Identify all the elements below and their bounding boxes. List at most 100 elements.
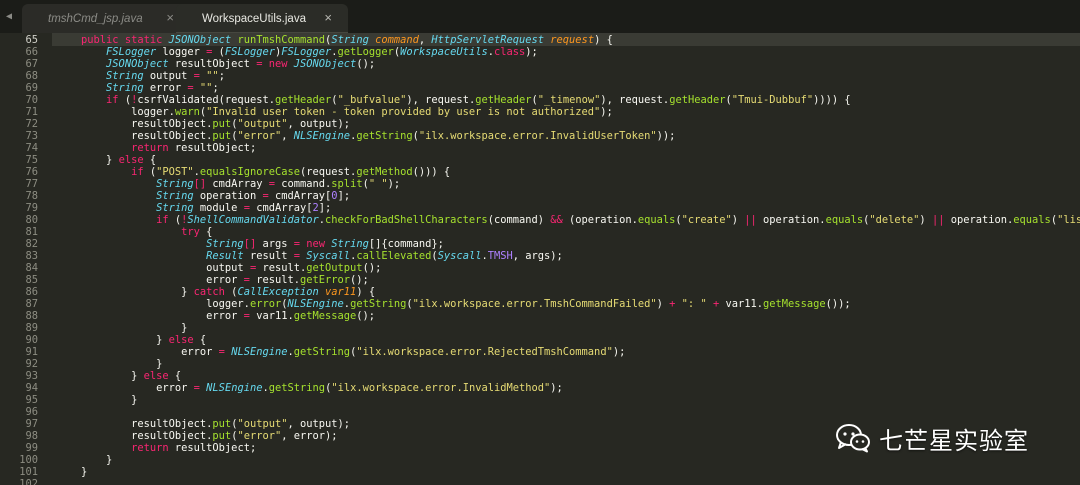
- code-token: return: [131, 142, 169, 154]
- code-token: String: [331, 34, 376, 46]
- code-token: getString: [293, 346, 351, 358]
- line-number: 96: [25, 406, 38, 418]
- code-token: {: [168, 370, 182, 382]
- code-token: ();: [356, 310, 376, 322]
- code-token: )))) {: [813, 94, 851, 106]
- code-token: Syscall: [306, 250, 351, 262]
- code-token: getMessage: [293, 310, 357, 322]
- code-token: (: [118, 94, 132, 106]
- code-token: CallException: [237, 286, 319, 298]
- line-number: 68: [25, 70, 38, 82]
- code-token: "ilx.workspace.error.TmshCommandFailed": [412, 298, 657, 310]
- code-token: getString: [356, 130, 413, 142]
- code-token: operation: [193, 190, 263, 202]
- code-token: &&: [550, 214, 563, 226]
- line-number: 84: [25, 262, 38, 274]
- code-line: error = var11.getMessage();: [56, 310, 375, 322]
- line-number: 71: [25, 106, 38, 118]
- tab-label: WorkspaceUtils.java: [202, 12, 306, 25]
- watermark-text: 七芒星实验室: [879, 426, 1029, 455]
- code-token: ) {: [356, 286, 376, 298]
- code-token: logger.: [56, 298, 250, 310]
- code-token: output: [143, 70, 194, 82]
- code-token: class: [493, 46, 526, 58]
- code-token: ());: [825, 298, 851, 310]
- code-token: String: [206, 238, 244, 250]
- code-line: error = NLSEngine.getString("ilx.workspa…: [56, 346, 625, 358]
- code-token: "delete": [869, 214, 920, 226]
- code-token: ShellCommandValidator: [187, 214, 319, 226]
- code-line: } else {: [56, 334, 206, 346]
- code-line: return resultObject;: [56, 142, 256, 154]
- code-token: []: [193, 178, 207, 190]
- code-token: ): [919, 214, 932, 226]
- code-token: );: [387, 178, 401, 190]
- tab-label: tmshCmd_jsp.java: [48, 12, 143, 25]
- code-token: runTmshCommand: [237, 34, 326, 46]
- code-line: public static JSONObject runTmshCommand(…: [56, 34, 613, 46]
- line-number: 74: [25, 142, 38, 154]
- code-token: }: [56, 454, 113, 466]
- code-token: = new: [293, 238, 332, 250]
- code-token: ": ": [681, 298, 707, 310]
- code-token: ||: [744, 214, 757, 226]
- code-token: error: [56, 382, 194, 394]
- code-token: command.: [274, 178, 332, 190]
- code-line: try {: [56, 226, 212, 238]
- line-number: 86: [25, 286, 38, 298]
- code-token: );: [550, 382, 563, 394]
- tab-close-icon[interactable]: ×: [324, 11, 332, 25]
- line-number: 95: [25, 394, 38, 406]
- line-number: 82: [25, 238, 38, 250]
- tab-workspaceutils[interactable]: WorkspaceUtils.java ×: [176, 4, 348, 33]
- code-token: ) {: [594, 34, 613, 46]
- code-token: ,: [418, 34, 432, 46]
- code-line: if ("POST".equalsIgnoreCase(request.getM…: [56, 166, 450, 178]
- line-number: 80: [25, 214, 38, 226]
- wechat-icon: [835, 423, 871, 453]
- code-token: error: [56, 274, 244, 286]
- code-token: , error);: [281, 430, 338, 442]
- code-line: String module = cmdArray[2];: [56, 202, 331, 214]
- code-token: getMethod: [356, 166, 413, 178]
- code-token: HttpServletRequest: [431, 34, 551, 46]
- code-token: }: [56, 358, 163, 370]
- code-token: public static: [81, 34, 169, 46]
- code-area[interactable]: public static JSONObject runTmshCommand (…: [56, 33, 1080, 485]
- code-token: {: [199, 226, 213, 238]
- code-token: logger.: [56, 106, 175, 118]
- code-token: put: [212, 418, 232, 430]
- code-token: "list": [1057, 214, 1080, 226]
- code-token: split: [331, 178, 363, 190]
- code-line: output = result.getOutput();: [56, 262, 381, 274]
- line-number: 101: [19, 466, 38, 478]
- code-token: put: [212, 430, 232, 442]
- code-token: );: [525, 46, 538, 58]
- code-line: Result result = Syscall.callElevated(Sys…: [56, 250, 563, 262]
- code-editor[interactable]: 65 66 67 68 69 70 71 72 73 74 75 76 77 78 79 80 81 82 83 84…: [0, 33, 1080, 485]
- tab-scroll-left-icon[interactable]: ◀: [6, 11, 12, 22]
- code-token: error: [56, 346, 219, 358]
- code-token: String: [156, 190, 194, 202]
- line-number-gutter: 65 66 67 68 69 70 71 72 73 74 75 76 77 78 79 80 81 82 83 84…: [0, 33, 52, 485]
- tab-tmshcmd-jsp[interactable]: tmshCmd_jsp.java ×: [22, 4, 190, 33]
- code-token: cmdArray[: [249, 202, 313, 214]
- code-token: else: [143, 370, 169, 382]
- code-line: }: [56, 322, 187, 334]
- tab-close-icon[interactable]: ×: [166, 11, 174, 25]
- line-number: 87: [25, 298, 38, 310]
- code-line: if (!csrfValidated(request.getHeader("_b…: [56, 94, 851, 106]
- line-number: 81: [25, 226, 38, 238]
- code-token: NLSEngine: [287, 298, 344, 310]
- code-token: ();: [362, 262, 382, 274]
- code-token: error: [56, 310, 244, 322]
- code-line: }: [56, 466, 87, 478]
- code-token: "output": [237, 418, 288, 430]
- code-token: ||: [931, 214, 945, 226]
- code-token: "Invalid user token - token provided by …: [206, 106, 601, 118]
